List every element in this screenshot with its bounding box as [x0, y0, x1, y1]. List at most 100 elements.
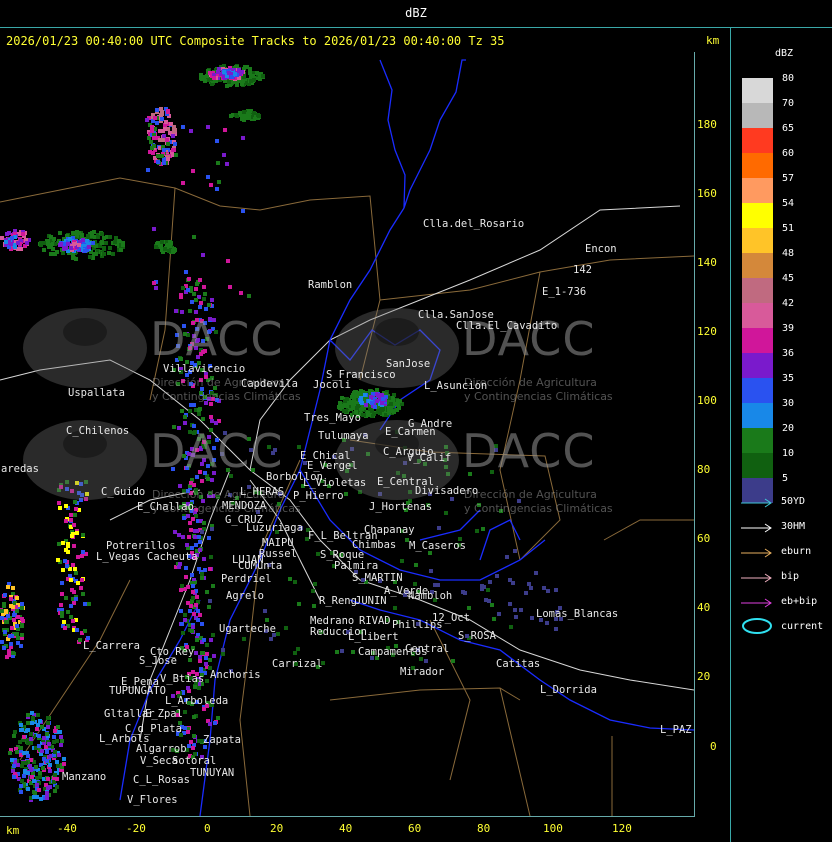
echo-pixel [206, 125, 210, 129]
echo-pixel [60, 739, 64, 743]
radar-map[interactable]: DACC Dirección de Agricultura y Continge… [0, 52, 695, 817]
echo-pixel [241, 136, 245, 140]
echo-pixel [16, 636, 20, 640]
city-label: SanJose [386, 358, 431, 370]
echo-pixel [400, 559, 404, 563]
echo-pixel [355, 394, 359, 398]
echo-pixel [66, 610, 70, 614]
echo-pixel [225, 84, 229, 88]
echo-pixel [209, 415, 213, 419]
echo-pixel [351, 650, 355, 654]
echo-pixel [19, 790, 23, 794]
city-label: Central [405, 643, 450, 655]
echo-pixel [57, 542, 61, 546]
echo-pixel [217, 180, 221, 184]
legend-item: eb+bip [741, 596, 831, 610]
echo-pixel [58, 730, 62, 734]
echo-pixel [46, 725, 50, 729]
echo-pixel [152, 144, 156, 148]
x-tick: 0 [204, 822, 211, 835]
echo-pixel [181, 125, 185, 129]
echo-pixel [119, 248, 123, 252]
echo-pixel [463, 591, 467, 595]
echo-pixel [39, 243, 43, 247]
echo-pixel [39, 797, 43, 801]
echo-pixel [11, 651, 15, 655]
echo-pixel [173, 142, 177, 146]
echo-pixel [202, 521, 206, 525]
echo-pixel [34, 765, 38, 769]
echo-pixel [38, 771, 42, 775]
echo-pixel [486, 588, 490, 592]
legend-item: eburn [741, 546, 831, 560]
scale-swatch [742, 178, 773, 203]
echo-pixel [196, 609, 200, 613]
echo-pixel [239, 291, 243, 295]
echo-pixel [62, 762, 66, 766]
echo-pixel [63, 626, 67, 630]
legend-panel: dBZ 80 70 65 60 57 54 51 48 45 42 39 36 35 30 20 10 5 50… [730, 28, 832, 842]
echo-pixel [63, 559, 67, 563]
echo-pixel [205, 643, 209, 647]
echo-pixel [198, 655, 202, 659]
scale-swatch [742, 328, 773, 353]
echo-pixel [166, 157, 170, 161]
scale-label: 10 [782, 448, 795, 459]
echo-pixel [79, 586, 83, 590]
echo-pixel [81, 533, 85, 537]
echo-pixel [222, 70, 226, 74]
echo-pixel [191, 590, 195, 594]
echo-pixel [96, 235, 100, 239]
echo-pixel [208, 658, 212, 662]
scale-unit: dBZ [775, 48, 794, 59]
echo-pixel [16, 641, 20, 645]
echo-pixel [61, 541, 65, 545]
echo-pixel [66, 544, 70, 548]
echo-pixel [40, 725, 44, 729]
echo-pixel [189, 528, 193, 532]
echo-pixel [22, 774, 26, 778]
echo-pixel [201, 651, 205, 655]
echo-pixel [0, 640, 4, 644]
echo-pixel [20, 606, 24, 610]
echo-pixel [433, 583, 437, 587]
echo-pixel [189, 604, 193, 608]
echo-pixel [26, 754, 30, 758]
echo-pixel [467, 606, 471, 610]
echo-pixel [186, 585, 190, 589]
echo-pixel [6, 614, 10, 618]
echo-pixel [26, 728, 30, 732]
echo-pixel [192, 734, 196, 738]
echo-pixel [198, 613, 202, 617]
echo-pixel [59, 735, 63, 739]
echo-pixel [201, 253, 205, 257]
echo-pixel [30, 775, 34, 779]
ellipse-icon [742, 618, 772, 634]
echo-pixel [227, 80, 231, 84]
echo-pixel [102, 247, 106, 251]
echo-pixel [12, 764, 16, 768]
echo-pixel [243, 65, 247, 69]
echo-pixel [297, 602, 301, 606]
echo-pixel [76, 581, 80, 585]
echo-pixel [208, 599, 212, 603]
echo-pixel [162, 148, 166, 152]
echo-pixel [188, 609, 192, 613]
echo-pixel [60, 611, 64, 615]
echo-pixel [48, 763, 52, 767]
y-tick: 140 [697, 256, 717, 269]
scale-swatch [742, 378, 773, 403]
watermark-line2: y Contingencias Climáticas [152, 390, 301, 403]
echo-pixel [245, 114, 249, 118]
echo-pixel [193, 535, 197, 539]
scale-label: 36 [782, 348, 795, 359]
echo-pixel [30, 711, 34, 715]
y-tick: 40 [697, 601, 711, 614]
map-title-bar: 2026/01/23 00:40:00 UTC Composite Tracks… [0, 28, 730, 52]
echo-pixel [7, 653, 11, 657]
city-label: Jocoli [313, 379, 351, 391]
echo-pixel [26, 721, 30, 725]
city-label: aredas [1, 463, 39, 475]
echo-pixel [209, 183, 213, 187]
echo-pixel [229, 114, 233, 118]
